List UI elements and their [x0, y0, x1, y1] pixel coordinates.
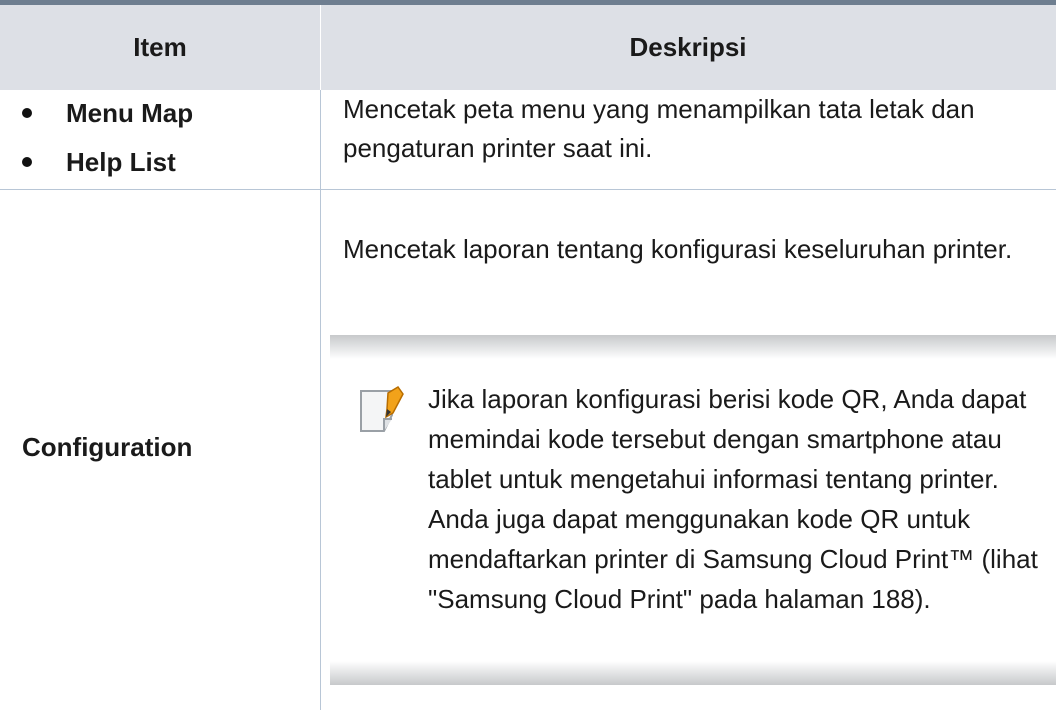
configuration-description: Mencetak laporan tentang konfigurasi kes… — [343, 234, 1013, 264]
note-pencil-icon — [360, 386, 404, 432]
header-description-label: Deskripsi — [629, 32, 747, 62]
item-configuration: Configuration — [22, 432, 193, 462]
bullet-icon — [22, 157, 32, 167]
table-row-menu-map: Menu Map Help List — [0, 90, 320, 188]
note-bottom-band — [330, 661, 1056, 685]
note-text: Jika laporan konfigurasi berisi kode QR,… — [428, 384, 1038, 614]
menu-map-description: Mencetak peta menu yang menampilkan tata… — [343, 94, 975, 163]
bullet-icon — [22, 108, 32, 118]
header-item-label: Item — [133, 32, 187, 62]
column-divider — [320, 90, 321, 710]
note-box: Jika laporan konfigurasi berisi kode QR,… — [330, 335, 1056, 685]
item-menu-map: Menu Map — [66, 97, 194, 128]
note-top-band — [330, 335, 1056, 359]
list-item: Menu Map — [22, 93, 193, 133]
list-item: Help List — [22, 142, 176, 182]
item-help-list: Help List — [66, 146, 176, 177]
table-header: Item Deskripsi — [0, 0, 1056, 90]
row-divider — [0, 189, 1056, 190]
